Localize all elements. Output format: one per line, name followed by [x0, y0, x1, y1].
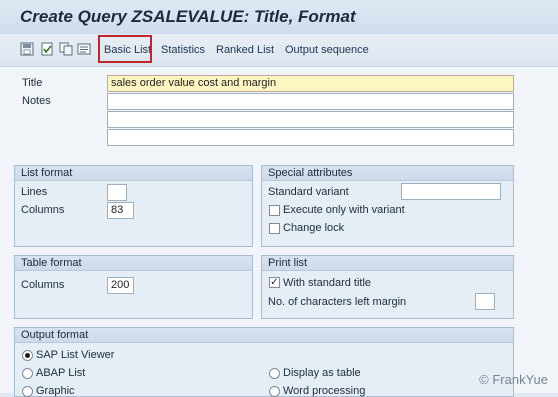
tab-statistics[interactable]: Statistics	[161, 44, 205, 56]
notes-line-3[interactable]	[107, 129, 514, 146]
title-label: Title	[22, 77, 43, 89]
check-icon[interactable]	[40, 42, 54, 56]
table-columns-label: Columns	[21, 279, 65, 291]
copy-icon[interactable]	[59, 42, 73, 56]
save-icon[interactable]	[20, 42, 34, 56]
detail-icon[interactable]	[77, 42, 91, 56]
standard-variant-input[interactable]	[401, 183, 501, 200]
page-title: Create Query ZSALEVALUE: Title, Format	[20, 7, 356, 26]
table-format-group: Table format Columns 200	[14, 255, 253, 319]
notes-line-2[interactable]	[107, 111, 514, 128]
radio-display-as-table[interactable]	[269, 368, 280, 379]
left-margin-label: No. of characters left margin	[268, 296, 407, 308]
content-area: Title sales order value cost and margin …	[0, 67, 558, 397]
abap-list-label: ABAP List	[36, 367, 86, 379]
table-format-heading: Table format	[15, 256, 252, 271]
columns-label: Columns	[21, 204, 65, 216]
word-processing-label: Word processing	[283, 385, 366, 397]
title-input[interactable]: sales order value cost and margin	[107, 75, 514, 92]
list-format-heading: List format	[15, 166, 252, 181]
with-standard-title-checkbox[interactable]: ✓	[269, 277, 280, 288]
with-standard-title-label: With standard title	[283, 277, 372, 289]
print-list-group: Print list ✓ With standard title No. of …	[261, 255, 514, 319]
radio-graphic[interactable]	[22, 386, 33, 397]
sap-list-viewer-label: SAP List Viewer	[36, 349, 115, 361]
display-as-table-label: Display as table	[283, 367, 361, 379]
lines-input[interactable]	[107, 184, 127, 201]
execute-only-checkbox[interactable]	[269, 205, 280, 216]
radio-word-processing[interactable]	[269, 386, 280, 397]
standard-variant-label: Standard variant	[268, 186, 349, 198]
application-toolbar: Basic List Statistics Ranked List Output…	[0, 34, 558, 67]
columns-input[interactable]: 83	[107, 202, 134, 219]
graphic-label: Graphic	[36, 385, 75, 397]
tab-output-sequence[interactable]: Output sequence	[285, 44, 369, 56]
change-lock-checkbox[interactable]	[269, 223, 280, 234]
notes-label: Notes	[22, 95, 51, 107]
output-format-heading: Output format	[15, 328, 513, 343]
print-list-heading: Print list	[262, 256, 513, 271]
list-format-group: List format Lines Columns 83	[14, 165, 253, 247]
execute-only-label: Execute only with variant	[283, 204, 405, 216]
special-attributes-group: Special attributes Standard variant Exec…	[261, 165, 514, 247]
tab-ranked-list[interactable]: Ranked List	[216, 44, 274, 56]
notes-line-1[interactable]	[107, 93, 514, 110]
title-bar: Create Query ZSALEVALUE: Title, Format	[0, 0, 558, 35]
radio-abap-list[interactable]	[22, 368, 33, 379]
output-format-group: Output format SAP List Viewer ABAP List …	[14, 327, 514, 397]
radio-sap-list-viewer[interactable]	[22, 350, 33, 361]
watermark: © FrankYue	[479, 372, 548, 387]
table-columns-input[interactable]: 200	[107, 277, 134, 294]
change-lock-label: Change lock	[283, 222, 345, 234]
basic-list-highlight	[98, 35, 152, 63]
special-attributes-heading: Special attributes	[262, 166, 513, 181]
lines-label: Lines	[21, 186, 48, 198]
left-margin-input[interactable]	[475, 293, 495, 310]
